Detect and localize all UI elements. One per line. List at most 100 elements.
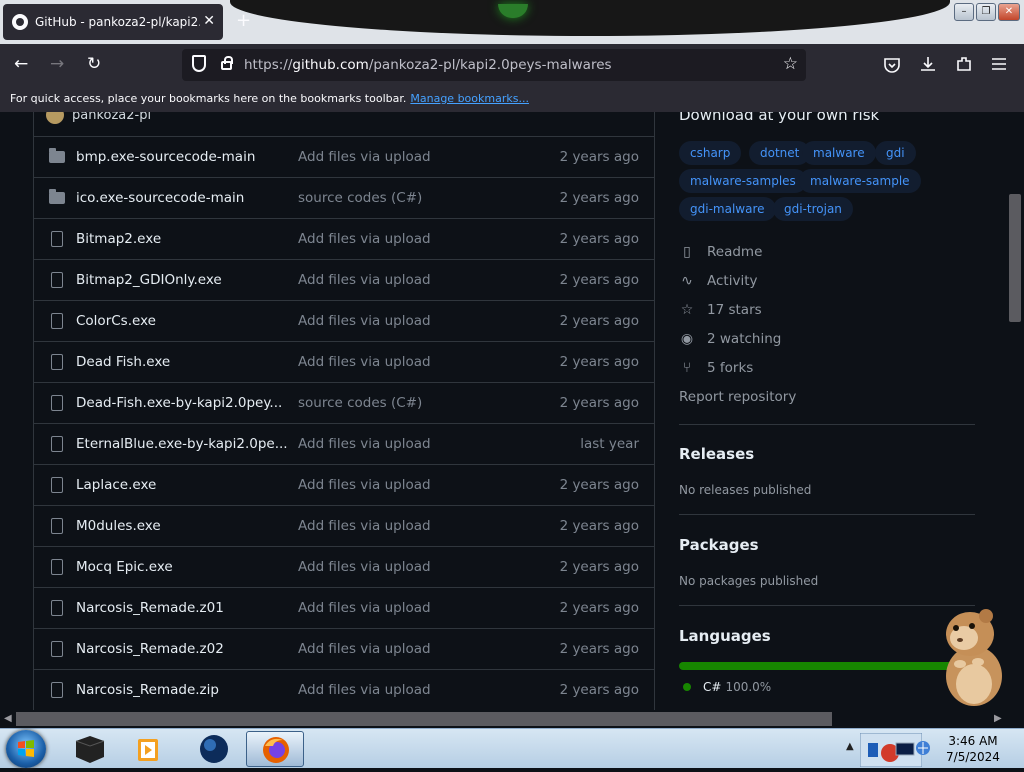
- commit-message-link[interactable]: Add files via upload: [298, 518, 528, 534]
- window-close-icon[interactable]: ✕: [998, 3, 1020, 21]
- file-name-link[interactable]: EternalBlue.exe-by-kapi2.0pe...: [76, 436, 298, 452]
- commit-message-link[interactable]: source codes (C#): [298, 395, 528, 411]
- commit-message-link[interactable]: source codes (C#): [298, 190, 528, 206]
- tab-github-repo[interactable]: GitHub - pankoza2-pl/kapi2.0peys-malware…: [3, 4, 223, 40]
- eye-icon: ◉: [680, 331, 694, 347]
- table-row[interactable]: Mocq Epic.exe Add files via upload 2 years…: [34, 546, 654, 587]
- commit-message-link[interactable]: Add files via upload: [298, 682, 528, 698]
- table-row[interactable]: Bitmap2_GDIOnly.exe Add files via upload 2…: [34, 259, 654, 300]
- watchers-link[interactable]: ◉ 2 watching: [679, 331, 781, 347]
- commit-date: 2 years ago: [559, 559, 639, 575]
- file-icon: [51, 641, 63, 657]
- scroll-left-icon[interactable]: ◀: [4, 713, 12, 724]
- commit-message-link[interactable]: Add files via upload: [298, 641, 528, 657]
- reload-icon[interactable]: ↻: [87, 54, 101, 74]
- restore-icon[interactable]: ❐: [976, 3, 996, 21]
- taskbar-app-globe[interactable]: [185, 731, 243, 767]
- new-tab-button[interactable]: +: [236, 10, 251, 31]
- url-text[interactable]: https://github.com/pankoza2-pl/kapi2.0pe…: [244, 57, 612, 73]
- topic-tag[interactable]: csharp: [679, 141, 742, 165]
- commit-message-link[interactable]: Add files via upload: [298, 313, 528, 329]
- taskbar-app-media[interactable]: [120, 731, 178, 767]
- tracking-protection-icon[interactable]: [192, 55, 206, 72]
- table-row[interactable]: EternalBlue.exe-by-kapi2.0pe... Add files…: [34, 423, 654, 464]
- file-name-link[interactable]: Narcosis_Remade.z01: [76, 600, 298, 616]
- file-name-link[interactable]: Narcosis_Remade.zip: [76, 682, 298, 698]
- file-name-link[interactable]: M0dules.exe: [76, 518, 298, 534]
- back-icon[interactable]: ←: [14, 54, 28, 74]
- commit-message-link[interactable]: Add files via upload: [298, 354, 528, 370]
- commit-message-link[interactable]: Add files via upload: [298, 477, 528, 493]
- commit-message-link[interactable]: Add files via upload: [298, 600, 528, 616]
- commit-message-link[interactable]: Add files via upload: [298, 559, 528, 575]
- table-row[interactable]: ico.exe-sourcecode-main source codes (C#)…: [34, 177, 654, 218]
- file-name-link[interactable]: ColorCs.exe: [76, 313, 298, 329]
- file-name-link[interactable]: Mocq Epic.exe: [76, 559, 298, 575]
- bookmarks-toolbar: For quick access, place your bookmarks h…: [0, 86, 1024, 112]
- report-repository-link[interactable]: Report repository: [679, 389, 796, 405]
- tab-close-icon[interactable]: ✕: [203, 13, 215, 29]
- releases-heading[interactable]: Releases: [679, 445, 754, 463]
- bookmark-star-icon[interactable]: ☆: [783, 54, 798, 74]
- table-row[interactable]: bmp.exe-sourcecode-main Add files via upl…: [34, 136, 654, 177]
- language-item[interactable]: C# 100.0%: [683, 680, 771, 694]
- tray-active-icons[interactable]: [860, 733, 922, 767]
- forks-link[interactable]: ⑂ 5 forks: [679, 360, 754, 376]
- table-row[interactable]: Dead Fish.exe Add files via upload 2 years…: [34, 341, 654, 382]
- tray-expand-icon[interactable]: ▲: [846, 741, 854, 752]
- file-name-link[interactable]: Bitmap2.exe: [76, 231, 298, 247]
- topic-tag[interactable]: malware-samples: [679, 169, 807, 193]
- commit-message-link[interactable]: Add files via upload: [298, 149, 528, 165]
- horizontal-scroll-thumb[interactable]: [16, 712, 832, 726]
- file-name-link[interactable]: Laplace.exe: [76, 477, 298, 493]
- minimize-icon[interactable]: –: [954, 3, 974, 21]
- scroll-right-icon[interactable]: ▶: [994, 713, 1002, 724]
- taskbar-app-firefox[interactable]: [246, 731, 304, 767]
- commit-message-link[interactable]: Add files via upload: [298, 272, 528, 288]
- topic-tag[interactable]: gdi-trojan: [773, 197, 853, 221]
- topic-tag[interactable]: gdi: [875, 141, 916, 165]
- table-row[interactable]: ColorCs.exe Add files via upload 2 years a…: [34, 300, 654, 341]
- menu-icon[interactable]: [991, 56, 1007, 72]
- table-row[interactable]: Narcosis_Remade.zip Add files via upload 2…: [34, 669, 654, 710]
- readme-link[interactable]: ▯ Readme: [679, 244, 762, 260]
- file-name-link[interactable]: Bitmap2_GDIOnly.exe: [76, 272, 298, 288]
- horizontal-scrollbar[interactable]: ◀ ▶: [0, 710, 1024, 728]
- table-row[interactable]: M0dules.exe Add files via upload 2 years a…: [34, 505, 654, 546]
- pocket-icon[interactable]: [883, 56, 901, 74]
- table-row[interactable]: Dead-Fish.exe-by-kapi2.0pey... source cod…: [34, 382, 654, 423]
- table-row[interactable]: Bitmap2.exe Add files via upload 2 years a…: [34, 218, 654, 259]
- download-icon[interactable]: [919, 55, 937, 73]
- url-bar[interactable]: https://github.com/pankoza2-pl/kapi2.0pe…: [182, 49, 806, 81]
- activity-link[interactable]: ∿ Activity: [679, 273, 757, 289]
- vertical-scroll-thumb[interactable]: [1009, 194, 1021, 322]
- commit-author[interactable]: pankoza2-pl: [72, 112, 151, 123]
- file-name-link[interactable]: bmp.exe-sourcecode-main: [76, 149, 298, 165]
- extensions-icon[interactable]: [955, 55, 973, 73]
- file-name-link[interactable]: Dead Fish.exe: [76, 354, 298, 370]
- file-name-link[interactable]: Dead-Fish.exe-by-kapi2.0pey...: [76, 395, 298, 411]
- taskbar-clock[interactable]: 3:46 AM 7/5/2024: [925, 733, 1021, 765]
- file-name-link[interactable]: Narcosis_Remade.z02: [76, 641, 298, 657]
- commit-message-link[interactable]: Add files via upload: [298, 231, 528, 247]
- table-row[interactable]: Laplace.exe Add files via upload 2 years a…: [34, 464, 654, 505]
- start-button[interactable]: [6, 730, 46, 768]
- packages-heading[interactable]: Packages: [679, 536, 759, 554]
- commit-date: 2 years ago: [559, 354, 639, 370]
- topic-tag[interactable]: malware: [802, 141, 876, 165]
- commit-message-link[interactable]: Add files via upload: [298, 436, 528, 452]
- lock-icon[interactable]: [221, 56, 233, 70]
- file-name-link[interactable]: ico.exe-sourcecode-main: [76, 190, 298, 206]
- topic-tag[interactable]: gdi-malware: [679, 197, 776, 221]
- avatar[interactable]: [46, 112, 64, 124]
- vertical-scrollbar[interactable]: [1006, 112, 1024, 710]
- table-row[interactable]: Narcosis_Remade.z02 Add files via upload 2…: [34, 628, 654, 669]
- media-player-icon: [138, 739, 158, 761]
- stars-link[interactable]: ☆ 17 stars: [679, 302, 762, 318]
- topic-tag[interactable]: malware-sample: [799, 169, 921, 193]
- table-row[interactable]: Narcosis_Remade.z01 Add files via upload 2…: [34, 587, 654, 628]
- manage-bookmarks-link[interactable]: Manage bookmarks...: [410, 92, 529, 105]
- stars-label: 17 stars: [707, 302, 762, 318]
- forward-icon[interactable]: →: [50, 54, 64, 74]
- taskbar-app-cube[interactable]: [62, 731, 120, 767]
